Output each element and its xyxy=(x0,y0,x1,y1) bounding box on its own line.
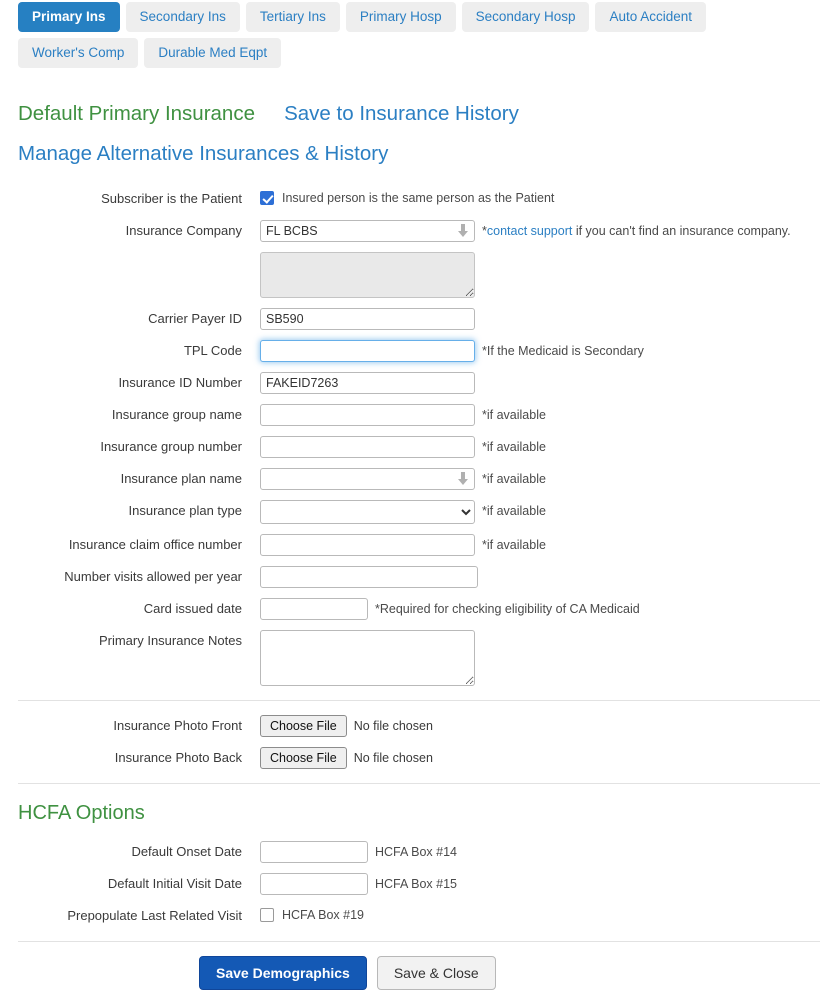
label-visits-allowed-per-year: Number visits allowed per year xyxy=(64,569,242,584)
insurance-plan-type-hint: *if available xyxy=(482,504,546,518)
insurance-claim-office-number-input[interactable] xyxy=(260,534,475,556)
row-insurance-company: Insurance Company *contact support if yo… xyxy=(0,220,838,242)
insurance-photo-front-file-status: No file chosen xyxy=(353,719,433,733)
default-onset-date-hint: HCFA Box #14 xyxy=(375,845,457,859)
insurance-company-hint: *contact support if you can't find an in… xyxy=(482,220,791,242)
label-carrier-payer-id: Carrier Payer ID xyxy=(148,311,242,326)
card-issued-date-input[interactable] xyxy=(260,598,368,620)
label-insurance-photo-back: Insurance Photo Back xyxy=(114,750,242,765)
insurance-plan-name-hint: *if available xyxy=(482,472,546,486)
insurance-plan-name-input[interactable] xyxy=(260,468,475,490)
primary-insurance-notes-textarea[interactable] xyxy=(260,630,475,686)
divider-footer xyxy=(18,941,820,942)
tab-primary-hosp[interactable]: Primary Hosp xyxy=(345,2,456,32)
tab-primary-ins[interactable]: Primary Ins xyxy=(18,2,120,32)
label-insurance-plan-type: Insurance plan type xyxy=(128,503,242,518)
default-initial-visit-date-input[interactable] xyxy=(260,873,368,895)
row-tpl-code: TPL Code *If the Medicaid is Secondary xyxy=(0,340,838,362)
row-insurance-id-number: Insurance ID Number xyxy=(0,372,838,394)
carrier-payer-id-input[interactable] xyxy=(260,308,475,330)
row-insurance-plan-name: Insurance plan name *if available xyxy=(0,468,838,490)
insurance-claim-office-number-hint: *if available xyxy=(482,538,546,552)
default-onset-date-input[interactable] xyxy=(260,841,368,863)
label-insurance-plan-name: Insurance plan name xyxy=(120,471,242,486)
insurance-company-combo[interactable] xyxy=(260,220,475,242)
label-prepopulate-last-related-visit: Prepopulate Last Related Visit xyxy=(67,908,242,923)
tab-durable-med-eqpt[interactable]: Durable Med Eqpt xyxy=(144,38,282,68)
tab-secondary-ins[interactable]: Secondary Ins xyxy=(125,2,240,32)
row-insurance-photo-back: Insurance Photo Back Choose File No file… xyxy=(0,747,838,769)
row-subscriber-is-patient: Subscriber is the Patient Insured person… xyxy=(0,188,838,210)
label-primary-insurance-notes: Primary Insurance Notes xyxy=(98,633,242,648)
label-subscriber-is-patient: Subscriber is the Patient xyxy=(101,191,242,206)
row-insurance-claim-office-number: Insurance claim office number *if availa… xyxy=(0,534,838,556)
insurance-company-address-textarea[interactable] xyxy=(260,252,475,298)
visits-allowed-per-year-input[interactable] xyxy=(260,566,478,588)
subscriber-is-patient-text: Insured person is the same person as the… xyxy=(282,191,555,205)
subscriber-is-patient-checkbox[interactable] xyxy=(260,191,274,205)
insurance-photo-back-file-status: No file chosen xyxy=(353,751,433,765)
row-default-onset-date: Default Onset Date HCFA Box #14 xyxy=(0,841,838,863)
tab-tertiary-ins[interactable]: Tertiary Ins xyxy=(245,2,340,32)
label-insurance-group-number: Insurance group number xyxy=(100,439,242,454)
insurance-photo-front-choose-file-button[interactable]: Choose File xyxy=(260,715,347,737)
row-insurance-group-number: Insurance group number *if available xyxy=(0,436,838,458)
prepopulate-last-related-visit-checkbox[interactable] xyxy=(260,908,274,922)
primary-insurance-form: Subscriber is the Patient Insured person… xyxy=(0,188,838,990)
hint-suffix: if you can't find an insurance company. xyxy=(572,224,791,238)
insurance-plan-name-combo[interactable] xyxy=(260,468,475,490)
manage-alternative-insurances-link[interactable]: Manage Alternative Insurances & History xyxy=(18,142,388,165)
insurance-id-number-input[interactable] xyxy=(260,372,475,394)
save-and-close-button[interactable]: Save & Close xyxy=(376,956,496,990)
label-insurance-claim-office-number: Insurance claim office number xyxy=(68,537,242,552)
tab-auto-accident[interactable]: Auto Accident xyxy=(595,2,707,32)
label-insurance-group-name: Insurance group name xyxy=(111,407,242,422)
tab-workers-comp[interactable]: Worker's Comp xyxy=(18,38,139,68)
row-insurance-plan-type: Insurance plan type *if available xyxy=(0,500,838,524)
insurance-group-name-input[interactable] xyxy=(260,404,475,426)
row-insurance-company-address xyxy=(0,252,838,298)
insurance-company-input[interactable] xyxy=(260,220,475,242)
divider-hcfa xyxy=(18,783,820,784)
insurance-plan-type-select[interactable] xyxy=(260,500,475,524)
label-tpl-code: TPL Code xyxy=(183,343,242,358)
contact-support-link[interactable]: contact support xyxy=(487,224,572,238)
prepopulate-last-related-visit-text: HCFA Box #19 xyxy=(282,908,364,922)
save-demographics-button[interactable]: Save Demographics xyxy=(199,956,367,990)
hcfa-options-title: HCFA Options xyxy=(18,802,145,824)
label-default-onset-date: Default Onset Date xyxy=(131,844,242,859)
label-insurance-id-number: Insurance ID Number xyxy=(118,375,242,390)
row-card-issued-date: Card issued date *Required for checking … xyxy=(0,598,838,620)
row-insurance-photo-front: Insurance Photo Front Choose File No fil… xyxy=(0,715,838,737)
default-initial-visit-date-hint: HCFA Box #15 xyxy=(375,877,457,891)
tpl-code-input[interactable] xyxy=(260,340,475,362)
page-title: Default Primary Insurance xyxy=(18,102,255,125)
label-insurance-company: Insurance Company xyxy=(125,223,242,238)
label-insurance-photo-front: Insurance Photo Front xyxy=(113,718,242,733)
row-carrier-payer-id: Carrier Payer ID xyxy=(0,308,838,330)
row-primary-insurance-notes: Primary Insurance Notes xyxy=(0,630,838,686)
row-visits-allowed-per-year: Number visits allowed per year xyxy=(0,566,838,588)
divider-photos xyxy=(18,700,820,701)
save-to-insurance-history-link[interactable]: Save to Insurance History xyxy=(284,102,519,125)
form-actions: Save Demographics Save & Close xyxy=(0,956,838,990)
insurance-group-number-input[interactable] xyxy=(260,436,475,458)
label-default-initial-visit-date: Default Initial Visit Date xyxy=(107,876,242,891)
tpl-code-hint: *If the Medicaid is Secondary xyxy=(482,344,644,358)
section-header: Default Primary Insurance Save to Insura… xyxy=(18,94,818,174)
insurance-tab-bar: Primary Ins Secondary Ins Tertiary Ins P… xyxy=(0,0,820,68)
insurance-photo-back-choose-file-button[interactable]: Choose File xyxy=(260,747,347,769)
row-insurance-group-name: Insurance group name *if available xyxy=(0,404,838,426)
card-issued-date-hint: *Required for checking eligibility of CA… xyxy=(375,602,640,616)
insurance-group-name-hint: *if available xyxy=(482,408,546,422)
row-default-initial-visit-date: Default Initial Visit Date HCFA Box #15 xyxy=(0,873,838,895)
insurance-group-number-hint: *if available xyxy=(482,440,546,454)
tab-secondary-hosp[interactable]: Secondary Hosp xyxy=(461,2,590,32)
label-card-issued-date: Card issued date xyxy=(143,601,242,616)
row-prepopulate-last-related-visit: Prepopulate Last Related Visit HCFA Box … xyxy=(0,905,838,927)
